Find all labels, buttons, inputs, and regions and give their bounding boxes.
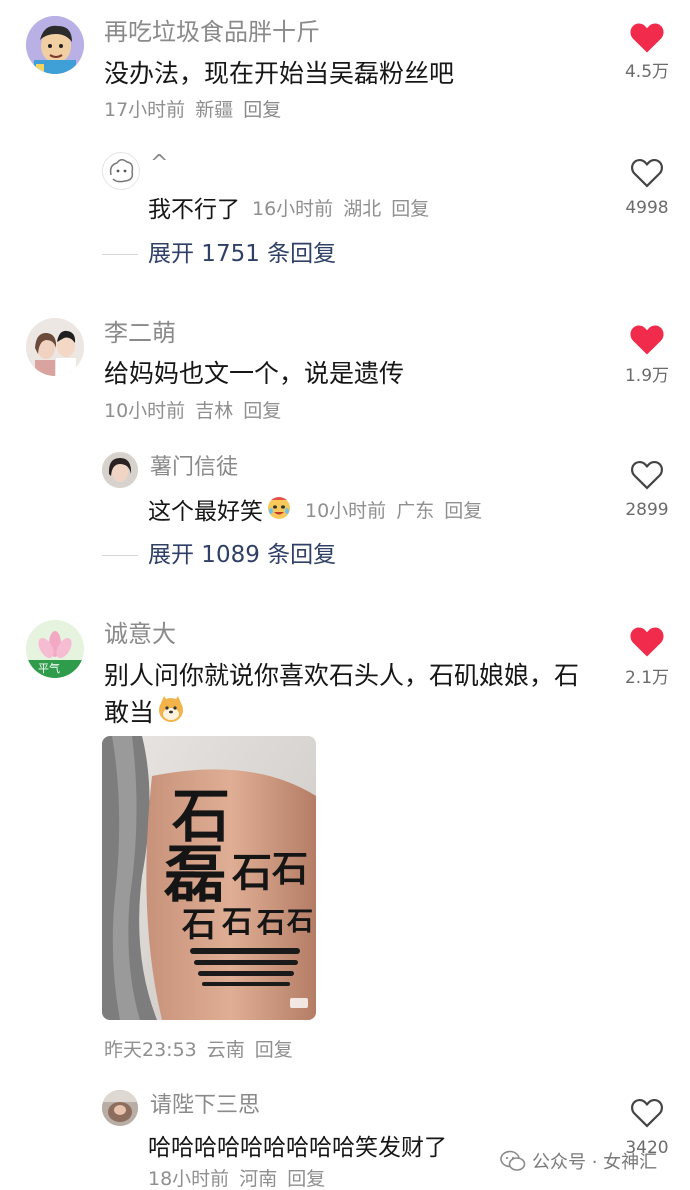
tattoo-char: 石 — [256, 906, 285, 939]
reply-text: 哈哈哈哈哈哈哈哈哈笑发财了 — [148, 1135, 447, 1161]
avatar-portrait-icon — [102, 452, 138, 488]
heart-outline-icon — [631, 460, 663, 490]
reply-button[interactable]: 回复 — [444, 500, 482, 522]
like-button[interactable]: 2.1万 — [612, 626, 682, 696]
avatar-couple-photo-icon — [26, 318, 84, 376]
reply-like-count: 4998 — [625, 198, 669, 218]
reply-meta: 10小时前 广东 回复 — [305, 496, 492, 523]
reply-text: 这个最好笑 — [148, 499, 263, 525]
reply-timestamp: 16小时前 — [252, 197, 334, 220]
watermark: 公众号 · 女神汇 — [500, 1148, 657, 1174]
like-count: 4.5万 — [624, 62, 670, 82]
tattoo-char: 石 — [286, 907, 313, 937]
reply-username[interactable]: 薯门信徒 — [150, 457, 238, 479]
like-button[interactable]: 4.5万 — [612, 20, 682, 90]
comment-text-line-2: 敢当 — [104, 694, 186, 733]
comment-2: 李二萌 给妈妈也文一个，说是遗传 10小时前 吉林 回复 1.9万 薯门信徒 这个最… — [0, 300, 690, 600]
heart-outline-icon — [631, 158, 663, 188]
like-count: 1.9万 — [624, 366, 670, 386]
comment-image[interactable]: 石 磊 石 石 石 石 石 石 — [102, 736, 316, 1020]
like-count: 2.1万 — [624, 668, 670, 688]
reply-text: 我不行了 — [148, 197, 240, 223]
like-button[interactable]: 1.9万 — [612, 324, 682, 394]
timestamp: 17小时前 — [104, 99, 186, 121]
tattoo-char: 磊 — [163, 838, 226, 911]
reply-meta: 16小时前 湖北 回复 — [252, 194, 439, 221]
heart-filled-icon — [630, 627, 664, 657]
comment-text-line-1: 别人问你就说你喜欢石头人，石矶娘娘，石 — [104, 661, 580, 690]
reply-username[interactable]: ^ — [150, 153, 168, 175]
reply-row: 这个最好笑 10小时前 广东 回复 — [148, 492, 492, 526]
username[interactable]: 李二萌 — [104, 321, 176, 345]
tattoo-char: 石 — [181, 905, 216, 945]
reply-button[interactable]: 回复 — [391, 198, 429, 220]
reply-row: 哈哈哈哈哈哈哈哈哈笑发财了 — [148, 1128, 447, 1162]
avatar-photo-icon — [102, 1090, 138, 1126]
divider-dash — [102, 254, 138, 255]
avatar[interactable] — [26, 318, 84, 376]
timestamp: 昨天23:53 — [104, 1039, 197, 1061]
reply-button[interactable]: 回复 — [255, 1039, 293, 1061]
watermark-text: 公众号 · 女神汇 — [532, 1152, 658, 1173]
avatar[interactable] — [26, 16, 84, 74]
divider-dash — [102, 555, 138, 556]
reply-avatar[interactable] — [102, 152, 140, 190]
reply-row: 我不行了 16小时前 湖北 回复 — [148, 190, 439, 224]
location: 新疆 — [195, 99, 234, 121]
comment-meta: 昨天23:53 云南 回复 — [104, 1041, 303, 1060]
timestamp: 10小时前 — [104, 400, 186, 422]
heart-filled-icon — [630, 325, 664, 355]
expand-replies-button[interactable]: 展开 1751 条回复 — [102, 243, 336, 266]
reply-username[interactable]: 请陛下三思 — [150, 1095, 260, 1117]
heart-filled-icon — [630, 23, 664, 53]
reply-timestamp: 10小时前 — [305, 499, 387, 522]
avatar-sketch-icon — [109, 159, 134, 183]
reply-avatar[interactable] — [102, 1090, 138, 1126]
expand-replies-label: 展开 1089 条回复 — [148, 542, 337, 568]
reply-like-button[interactable]: 4998 — [612, 158, 682, 220]
crying-laugh-emoji-icon — [265, 493, 293, 525]
reply-button[interactable]: 回复 — [243, 99, 281, 121]
shiba-dog-emoji-icon — [156, 694, 186, 733]
comment-meta: 17小时前 新疆 回复 — [104, 101, 291, 120]
heart-outline-icon — [631, 1098, 663, 1128]
avatar-cartoon-icon — [26, 16, 84, 74]
reply-location: 广东 — [396, 499, 435, 522]
reply-button[interactable]: 回复 — [243, 400, 281, 422]
tattoo-char: 石 — [221, 905, 252, 940]
username[interactable]: 诚意大 — [104, 622, 176, 646]
reply-avatar[interactable] — [102, 452, 138, 488]
comment-1: 再吃垃圾食品胖十斤 没办法，现在开始当吴磊粉丝吧 17小时前 新疆 回复 4.5万 … — [0, 0, 690, 290]
tattoo-char: 石 — [272, 848, 308, 890]
tattoo-char: 石 — [232, 849, 272, 896]
comment-text: 给妈妈也文一个，说是遗传 — [104, 359, 405, 388]
avatar-text: 平气 — [38, 662, 60, 675]
comment-meta: 10小时前 吉林 回复 — [104, 402, 291, 421]
location: 云南 — [206, 1039, 245, 1061]
tattoo-photo-icon: 石 磊 石 石 石 石 石 石 — [102, 736, 316, 1020]
reply-location: 湖北 — [343, 197, 382, 220]
reply-meta: 18小时前 河南 回复 — [148, 1170, 335, 1189]
location: 吉林 — [195, 400, 234, 422]
expand-replies-label: 展开 1751 条回复 — [148, 241, 337, 267]
expand-replies-button[interactable]: 展开 1089 条回复 — [102, 544, 336, 567]
wechat-icon — [500, 1150, 526, 1171]
comment-text: 没办法，现在开始当吴磊粉丝吧 — [104, 59, 455, 88]
reply-like-button[interactable]: 2899 — [612, 460, 682, 522]
username[interactable]: 再吃垃圾食品胖十斤 — [104, 20, 320, 44]
comment-3: 平气 诚意大 别人问你就说你喜欢石头人，石矶娘娘，石 敢当 2.1万 石 磊 石… — [0, 600, 690, 1189]
reply-like-count: 2899 — [625, 500, 669, 520]
avatar[interactable]: 平气 — [26, 620, 84, 678]
comment-text-line-2-text: 敢当 — [104, 698, 155, 727]
